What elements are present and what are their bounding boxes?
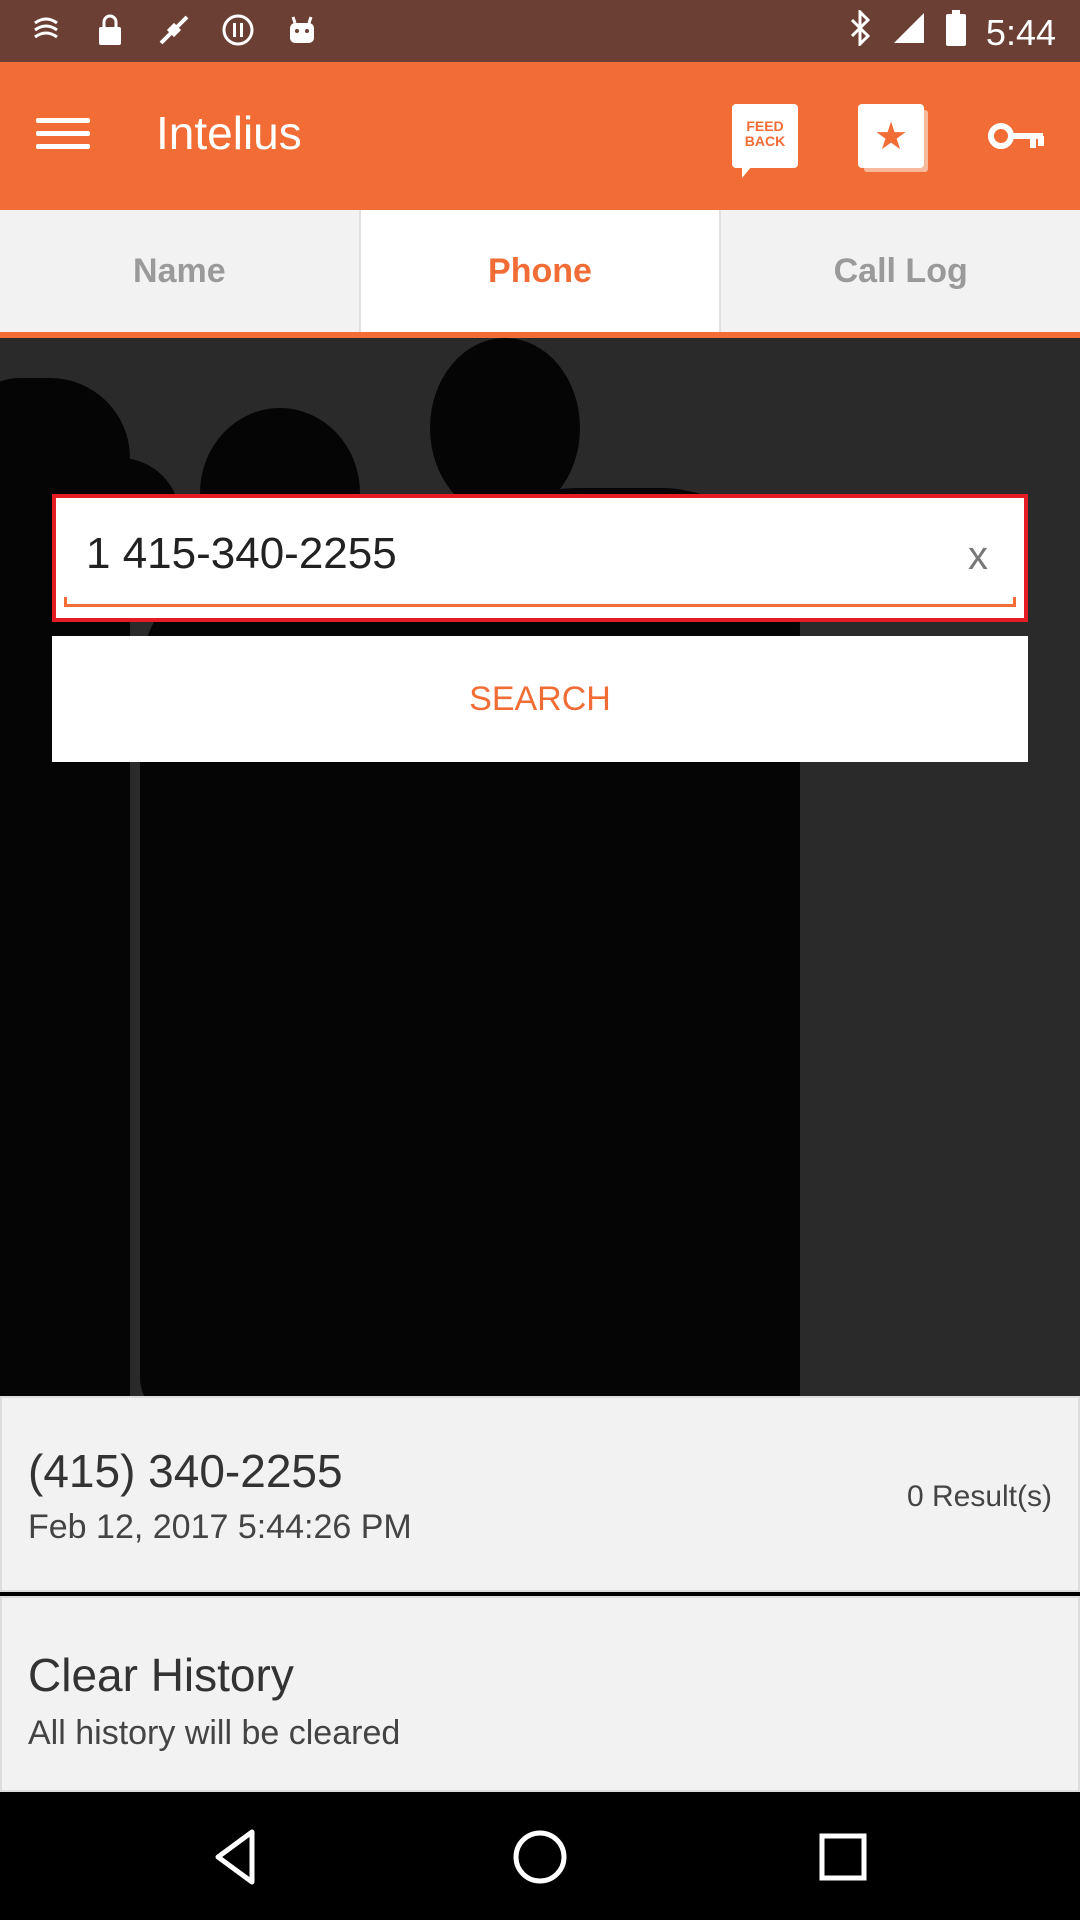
history-date: Feb 12, 2017 5:44:26 PM [28,1508,412,1546]
recents-icon[interactable] [810,1824,876,1890]
star-icon[interactable]: ★ [858,104,924,168]
app-bar: Intelius FEED BACK ★ [0,62,1080,210]
search-button[interactable]: SEARCH [52,636,1028,762]
app-title: Intelius [156,107,302,159]
history-result-count: 0 Result(s) [906,1480,1052,1513]
bluetooth-icon [848,8,872,55]
input-underline [64,597,1016,607]
tab-bar: Name Phone Call Log [0,210,1080,338]
tab-name[interactable]: Name [0,210,359,332]
notification-icon [28,12,64,48]
phone-input-container: x [52,494,1028,622]
status-time: 5:44 [985,11,1056,53]
home-icon[interactable] [507,1824,573,1890]
android-icon [284,12,320,48]
history-phone-number: (415) 340-2255 [28,1445,343,1497]
status-right: 5:44 [848,8,1056,55]
clear-history-item[interactable]: Clear History All history will be cleare… [0,1596,1080,1792]
clear-history-subtitle: All history will be cleared [28,1714,401,1752]
feedback-icon-label: FEED BACK [744,118,786,149]
tab-phone[interactable]: Phone [358,210,720,332]
status-bar: 5:44 [0,0,1080,62]
pause-icon [220,12,256,48]
phone-number-input[interactable] [86,524,906,584]
lock-icon [92,12,128,48]
menu-icon[interactable] [36,110,108,164]
status-left-icons [28,12,320,48]
history-item[interactable]: (415) 340-2255 Feb 12, 2017 5:44:26 PM 0… [0,1396,1080,1592]
signal-icon [892,11,926,54]
back-icon[interactable] [204,1824,270,1890]
navigation-bar [0,1794,1080,1920]
battery-icon [945,10,966,55]
clear-input-button[interactable]: x [968,534,988,579]
tab-call-log[interactable]: Call Log [719,210,1080,332]
key-icon[interactable] [984,104,1050,168]
fake-gps-icon [156,12,192,48]
clear-history-title: Clear History [28,1649,294,1701]
feedback-icon[interactable]: FEED BACK [732,104,798,178]
